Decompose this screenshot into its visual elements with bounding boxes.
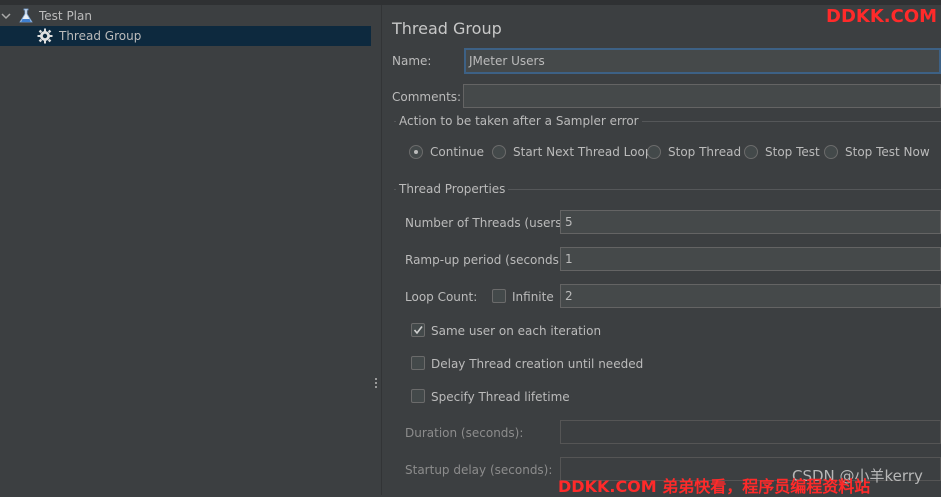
radio-button[interactable]: [824, 145, 838, 159]
tree-item-thread-group[interactable]: Thread Group: [0, 26, 371, 46]
panel-title: Thread Group: [392, 19, 502, 38]
loop-count-label: Loop Count:: [405, 290, 478, 304]
delay-thread-checkbox[interactable]: [411, 356, 425, 370]
loop-count-input[interactable]: 2: [560, 284, 941, 308]
same-user-checkbox[interactable]: [411, 323, 425, 337]
radio-label: Stop Test Now: [845, 145, 930, 159]
watermark-top-right: DDKK.COM: [826, 6, 938, 27]
duration-input[interactable]: [560, 420, 941, 444]
splitter[interactable]: [371, 5, 381, 495]
delay-thread-label: Delay Thread creation until needed: [431, 357, 644, 371]
lifetime-checkbox[interactable]: [411, 389, 425, 403]
infinite-checkbox[interactable]: [492, 289, 506, 303]
comments-input[interactable]: [463, 84, 941, 108]
tree-item-test-plan[interactable]: Test Plan: [0, 6, 371, 26]
test-plan-tree: Test Plan Thread Group: [0, 5, 372, 495]
props-group-title: Thread Properties: [396, 182, 509, 196]
thread-group-panel: Thread Group Name: JMeter Users Comments…: [382, 5, 941, 495]
tree-item-label: Thread Group: [59, 29, 142, 43]
splitter-handle-icon[interactable]: [375, 378, 378, 392]
radio-button[interactable]: [492, 145, 506, 159]
tree-item-label: Test Plan: [39, 9, 92, 23]
same-user-label: Same user on each iteration: [431, 324, 602, 338]
radio-label: Stop Thread: [668, 145, 742, 159]
watermark-bottom: DDKK.COM 弟弟快看，程序员编程资料站: [558, 477, 871, 496]
action-group-title: Action to be taken after a Sampler error: [396, 114, 642, 128]
flask-icon: [18, 8, 34, 24]
threads-label: Number of Threads (users):: [405, 216, 571, 230]
gear-icon: [37, 28, 53, 44]
comments-label: Comments:: [392, 90, 462, 104]
radio-button[interactable]: [647, 145, 661, 159]
radio-label: Stop Test: [765, 145, 820, 159]
infinite-label: Infinite: [512, 290, 554, 304]
radio-button[interactable]: [744, 145, 758, 159]
name-label: Name:: [392, 54, 432, 68]
threads-input[interactable]: 5: [560, 210, 941, 234]
radio-label: Continue: [430, 145, 484, 159]
rampup-label: Ramp-up period (seconds):: [405, 253, 568, 267]
lifetime-label: Specify Thread lifetime: [431, 390, 570, 404]
rampup-input[interactable]: 1: [560, 247, 941, 271]
duration-label: Duration (seconds):: [405, 426, 524, 440]
radio-label: Start Next Thread Loop: [513, 145, 653, 159]
chevron-down-icon[interactable]: [0, 6, 12, 26]
name-input[interactable]: JMeter Users: [464, 48, 941, 74]
startup-delay-label: Startup delay (seconds):: [405, 463, 553, 477]
radio-button[interactable]: [409, 145, 423, 159]
